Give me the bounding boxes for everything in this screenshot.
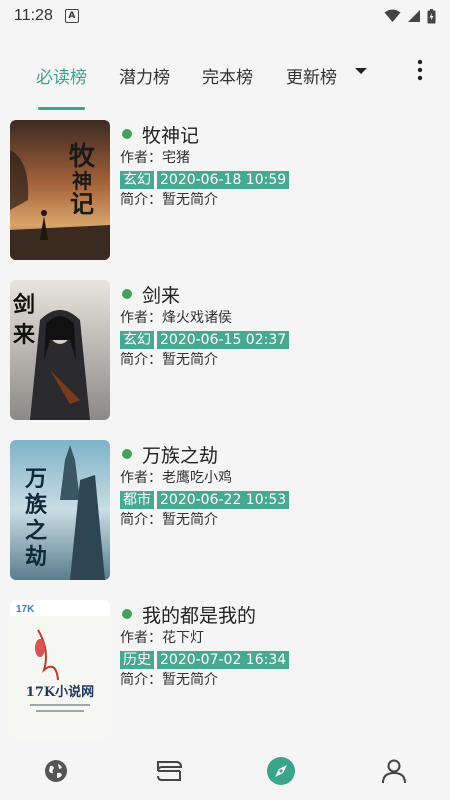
compass-icon[interactable]	[266, 756, 296, 786]
book-info: 剑来 作者： 烽火戏诸侯 玄幻 2020-06-15 02:37 简介： 暂无简介	[120, 280, 440, 371]
genre-tag: 都市	[120, 490, 154, 509]
update-time-tag: 2020-06-22 10:53	[157, 490, 290, 509]
author-label: 作者：	[120, 630, 162, 646]
tab-dropdown-icon[interactable]	[352, 62, 370, 80]
book-tags-row: 都市 2020-06-22 10:53	[120, 489, 440, 510]
book-title: 剑来	[142, 284, 181, 307]
update-time-tag: 2020-06-15 02:37	[157, 330, 290, 349]
book-author: 宅猪	[162, 150, 190, 166]
book-tags-row: 历史 2020-07-02 16:34	[120, 649, 440, 670]
book-cover[interactable]: 牧 神 记	[10, 120, 110, 260]
book-author: 花下灯	[162, 630, 204, 646]
cover-title-1: 万	[24, 467, 47, 492]
wifi-icon	[384, 9, 401, 22]
book-title: 牧神记	[142, 124, 200, 147]
book-item[interactable]: 17K 17K小说网 我的都是我的 作者： 花下灯 历史 2020-07-02 16…	[0, 590, 450, 740]
status-dot	[122, 289, 132, 299]
cover-title-1: 剑	[12, 292, 35, 318]
nav-bookshelf[interactable]	[113, 757, 226, 785]
bookshelf-icon[interactable]	[154, 757, 184, 785]
cover-title-3: 之	[25, 518, 47, 544]
book-tags-row: 玄幻 2020-06-18 10:59	[120, 169, 440, 190]
nav-explore[interactable]	[225, 756, 338, 786]
author-label: 作者：	[120, 150, 162, 166]
book-info: 万族之劫 作者： 老鹰吃小鸡 都市 2020-06-22 10:53 简介： 暂无简介	[120, 440, 440, 531]
genre-tag: 历史	[120, 650, 154, 669]
nav-profile[interactable]	[338, 757, 450, 785]
book-intro-row: 简介： 暂无简介	[120, 350, 440, 371]
book-intro-row: 简介： 暂无简介	[120, 670, 440, 691]
status-time: 11:28	[14, 7, 53, 24]
book-author-row: 作者： 烽火戏诸侯	[120, 308, 440, 329]
book-intro-row: 简介： 暂无简介	[120, 510, 440, 531]
book-tags-row: 玄幻 2020-06-15 02:37	[120, 329, 440, 350]
book-title: 万族之劫	[142, 444, 219, 467]
signal-icon	[408, 10, 420, 22]
book-cover[interactable]: 万 族 之 劫	[10, 440, 110, 580]
book-author-row: 作者： 宅猪	[120, 148, 440, 169]
book-author-row: 作者： 老鹰吃小鸡	[120, 468, 440, 489]
book-item[interactable]: 剑 来 剑来 作者： 烽火戏诸侯 玄幻 2020-06-15 02:37 简介： 暂无…	[0, 270, 450, 420]
book-intro: 暂无简介	[162, 672, 218, 688]
book-intro-row: 简介： 暂无简介	[120, 190, 440, 211]
bottom-nav	[0, 742, 450, 800]
cover-title: 17K小说网	[26, 684, 94, 700]
globe-icon[interactable]	[42, 757, 70, 785]
book-list: 牧 神 记 牧神记 作者： 宅猪 玄幻 2020-06-18 10:59 简介： 暂无…	[0, 110, 450, 742]
book-cover[interactable]: 剑 来	[10, 280, 110, 420]
book-author: 老鹰吃小鸡	[162, 470, 232, 486]
status-dot	[122, 449, 132, 459]
cover-logo: 17K	[16, 604, 35, 615]
more-options-icon[interactable]	[408, 58, 432, 82]
intro-label: 简介：	[120, 672, 162, 688]
cover-title-4: 劫	[25, 544, 47, 570]
author-label: 作者：	[120, 310, 162, 326]
book-item[interactable]: 牧 神 记 牧神记 作者： 宅猪 玄幻 2020-06-18 10:59 简介： 暂无…	[0, 110, 450, 260]
notification-a-icon: A	[64, 9, 79, 23]
author-label: 作者：	[120, 470, 162, 486]
tab-must-read[interactable]: 必读榜	[36, 63, 87, 110]
cover-title-3: 记	[70, 189, 94, 218]
book-cover[interactable]: 17K 17K小说网	[10, 600, 110, 740]
book-intro: 暂无简介	[162, 512, 218, 528]
tab-finished[interactable]: 完本榜	[202, 63, 253, 88]
book-item[interactable]: 万 族 之 劫 万族之劫 作者： 老鹰吃小鸡 都市 2020-06-22 10:53…	[0, 430, 450, 580]
book-author: 烽火戏诸侯	[162, 310, 232, 326]
book-info: 我的都是我的 作者： 花下灯 历史 2020-07-02 16:34 简介： 暂无简介	[120, 600, 440, 691]
book-intro: 暂无简介	[162, 192, 218, 208]
book-title: 我的都是我的	[142, 604, 257, 627]
book-intro: 暂无简介	[162, 352, 218, 368]
status-icons	[384, 8, 436, 24]
status-dot	[122, 609, 132, 619]
genre-tag: 玄幻	[120, 330, 154, 349]
intro-label: 简介：	[120, 352, 162, 368]
cover-title-1: 牧	[69, 142, 96, 172]
intro-label: 简介：	[120, 192, 162, 208]
cover-title-2: 族	[25, 492, 48, 518]
cover-title-2: 来	[12, 322, 36, 348]
status-bar: 11:28 A	[0, 0, 450, 32]
intro-label: 简介：	[120, 512, 162, 528]
book-info: 牧神记 作者： 宅猪 玄幻 2020-06-18 10:59 简介： 暂无简介	[120, 120, 440, 211]
tab-potential[interactable]: 潜力榜	[119, 63, 170, 88]
update-time-tag: 2020-07-02 16:34	[157, 650, 290, 669]
nav-discover[interactable]	[0, 757, 113, 785]
update-time-tag: 2020-06-18 10:59	[157, 170, 290, 189]
status-dot	[122, 129, 132, 139]
book-author-row: 作者： 花下灯	[120, 628, 440, 649]
battery-icon	[427, 8, 436, 23]
user-icon[interactable]	[380, 757, 408, 785]
genre-tag: 玄幻	[120, 170, 154, 189]
ranking-tabs: 必读榜 潜力榜 完本榜	[0, 48, 450, 110]
